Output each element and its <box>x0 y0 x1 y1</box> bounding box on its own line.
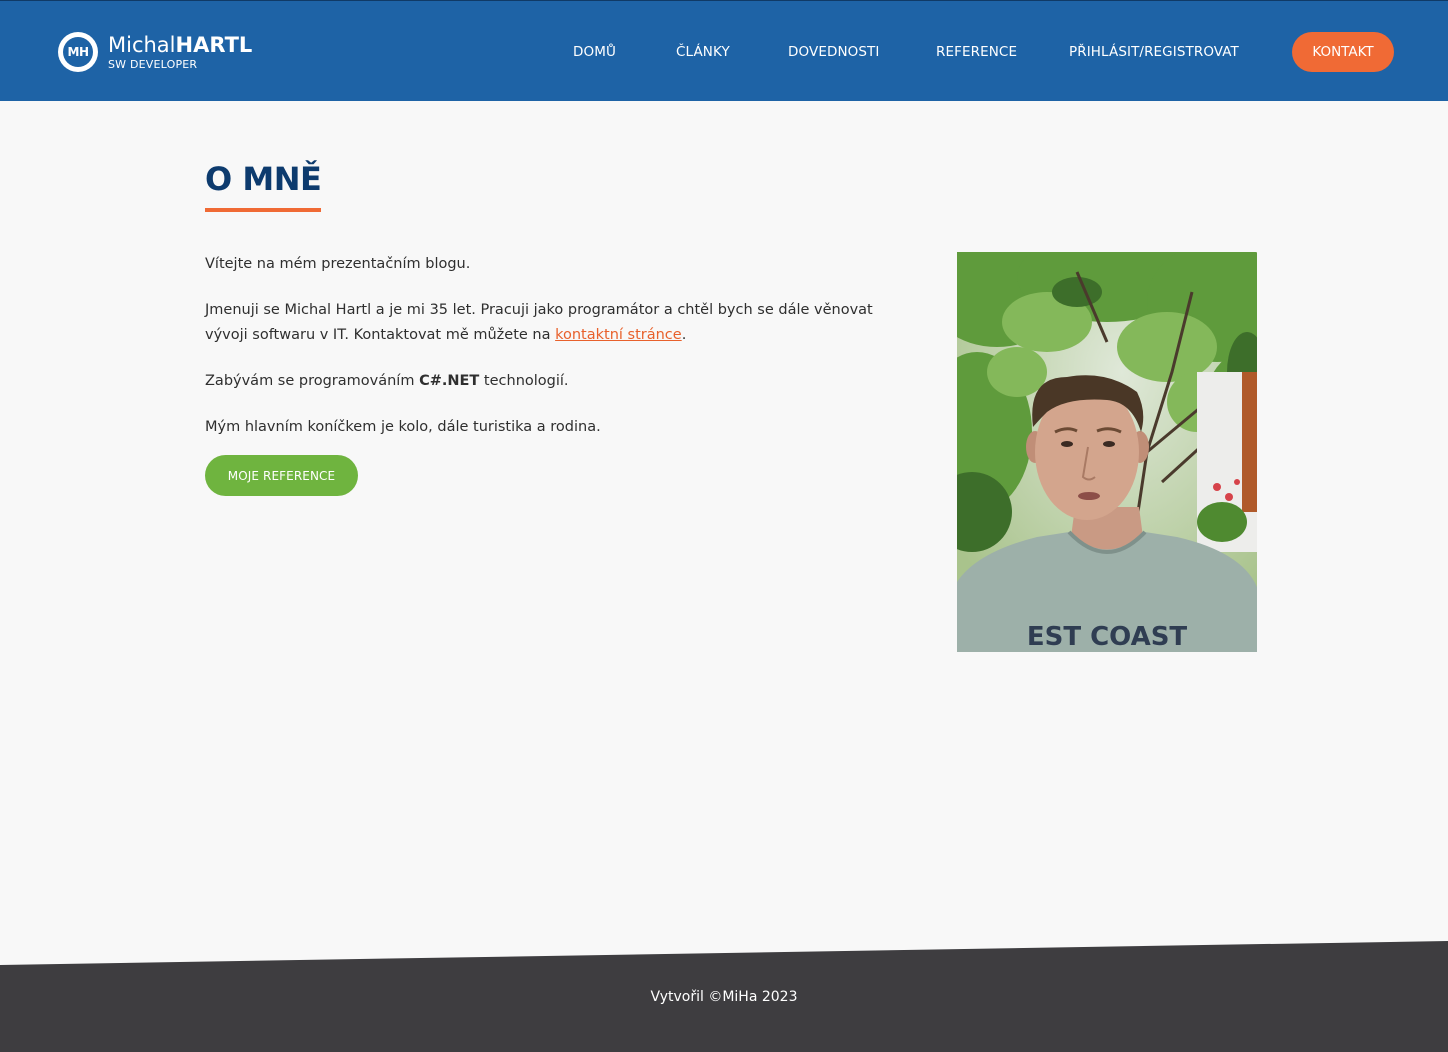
my-references-button[interactable]: MOJE REFERENCE <box>205 455 358 496</box>
about-content: Vítejte na mém prezentačním blogu. Jmenu… <box>205 252 905 461</box>
nav-item-articles[interactable]: ČLÁNKY <box>676 44 730 60</box>
page-title: O MNĚ <box>205 160 322 212</box>
nav-item-skills[interactable]: DOVEDNOSTI <box>788 44 879 60</box>
hobby-paragraph: Mým hlavním koníčkem je kolo, dále turis… <box>205 419 601 435</box>
nav-item-login-register[interactable]: PŘIHLÁSIT/REGISTROVAT <box>1069 44 1239 60</box>
site-header: MH MichalHARTL SW DEVELOPER DOMŮ ČLÁNKY … <box>0 0 1448 101</box>
intro-text: Jmenuji se Michal Hartl a je mi 35 let. … <box>205 302 873 343</box>
main-nav: DOMŮ ČLÁNKY DOVEDNOSTI REFERENCE PŘIHLÁS… <box>0 1 1448 102</box>
welcome-paragraph: Vítejte na mém prezentačním blogu. <box>205 256 471 272</box>
intro-text-end: . <box>681 327 687 343</box>
tech-text: Zabývám se programováním <box>205 373 420 389</box>
tech-paragraph: Zabývám se programováním C#.NET technolo… <box>205 369 905 394</box>
contact-page-link[interactable]: kontaktní stránce <box>555 327 682 343</box>
contact-button[interactable]: KONTAKT <box>1292 32 1394 72</box>
profile-photo: EST COAST <box>957 252 1257 652</box>
tech-highlight: C#.NET <box>419 373 480 389</box>
intro-paragraph: Jmenuji se Michal Hartl a je mi 35 let. … <box>205 298 905 348</box>
tech-text-end: technologií. <box>479 373 569 389</box>
portrait-shirt-text: EST COAST <box>1027 622 1188 652</box>
footer-credit: Vytvořil ©MiHa 2023 <box>650 989 798 1005</box>
nav-item-home[interactable]: DOMŮ <box>573 44 616 60</box>
nav-item-references[interactable]: REFERENCE <box>936 44 1017 60</box>
